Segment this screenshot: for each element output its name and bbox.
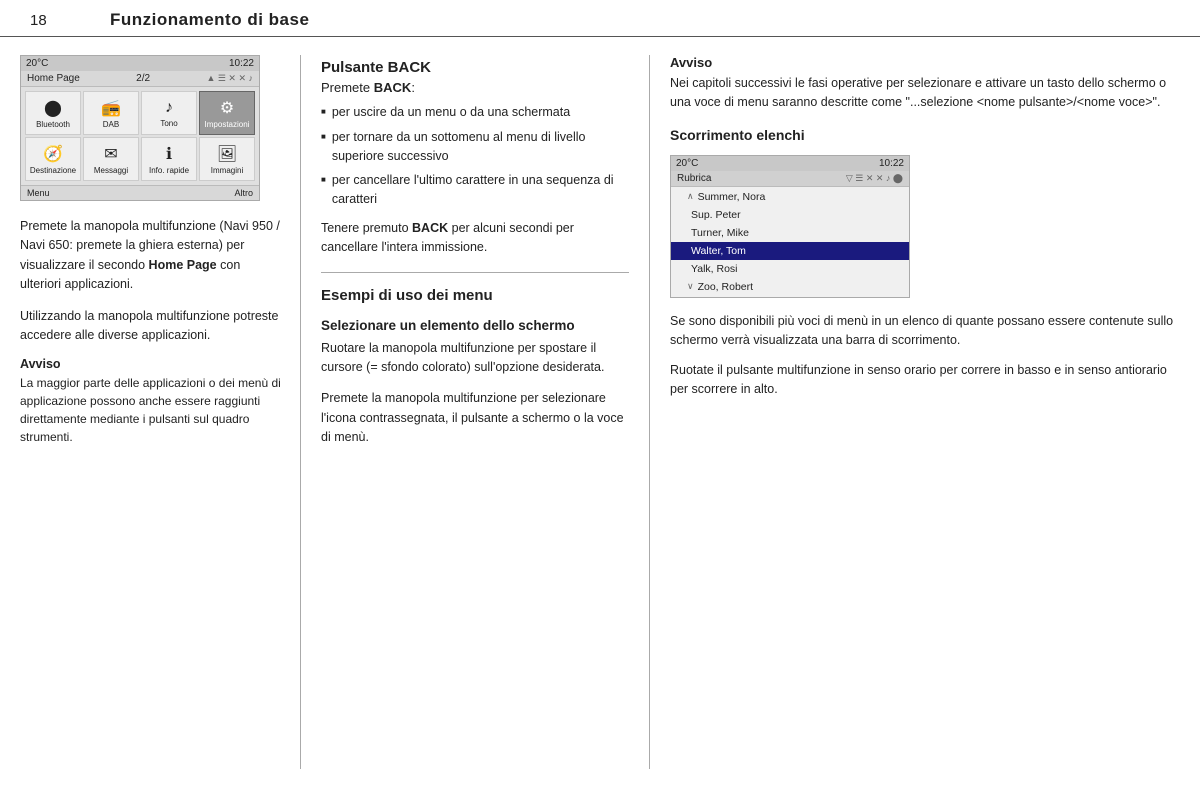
device-screen-1: 20°C 10:22 Home Page 2/2 ▲ ☰ ✕ ✕ ♪ ⬤ Blu…	[20, 55, 260, 201]
device2-time: 10:22	[879, 158, 904, 169]
device-icon-label-tono: Tono	[160, 119, 177, 128]
list-item-label-sup: Sup. Peter	[691, 209, 741, 221]
device-altro-label: Altro	[234, 188, 253, 198]
device-nav-icons: ▲ ☰ ✕ ✕ ♪	[206, 73, 253, 84]
right-bottom-text-2: Ruotate il pulsante multifunzione in sen…	[670, 361, 1180, 400]
list-item-label-walter: Walter, Tom	[691, 245, 746, 257]
device-menu-label: Menu	[27, 188, 50, 198]
list-item-label-zoo: Zoo, Robert	[698, 281, 753, 293]
back-hold-text: Tenere premuto BACK per alcuni secondi p…	[321, 219, 629, 258]
col-right: Avviso Nei capitoli successivi le fasi o…	[650, 55, 1180, 769]
device-rubrica-bar: Rubrica ▽ ☰ ✕ ✕ ♪ ⬤	[671, 171, 909, 187]
device-icon-label-dab: DAB	[103, 120, 119, 129]
left-avviso-title: Avviso	[20, 357, 282, 371]
page-title: Funzionamento di base	[110, 10, 309, 30]
bluetooth-icon: ⬤	[44, 98, 62, 118]
col-left: 20°C 10:22 Home Page 2/2 ▲ ☰ ✕ ✕ ♪ ⬤ Blu…	[20, 55, 300, 769]
selezionare-text-1: Ruotare la manopola multifunzione per sp…	[321, 339, 629, 378]
device-list: ∧ Summer, Nora Sup. Peter Turner, Mike W…	[671, 187, 909, 297]
list-item-sup[interactable]: Sup. Peter	[671, 206, 909, 224]
list-item-walter[interactable]: Walter, Tom	[671, 242, 909, 260]
device-icon-label-info: Info. rapide	[149, 166, 189, 175]
col-middle: Pulsante BACK Premete BACK: per uscire d…	[300, 55, 650, 769]
list-item-label-turner: Turner, Mike	[691, 227, 749, 239]
left-paragraph-2: Utilizzando la manopola multifunzione po…	[20, 307, 282, 346]
device-time: 10:22	[229, 58, 254, 69]
right-avviso-title: Avviso	[670, 55, 1180, 70]
device-bottom-bar: Menu Altro	[21, 185, 259, 200]
list-item-turner[interactable]: Turner, Mike	[671, 224, 909, 242]
device-nav-page: 2/2	[136, 73, 150, 84]
bullet-item-3: per cancellare l'ultimo carattere in una…	[321, 171, 629, 209]
left-avviso-box: Avviso La maggior parte delle applicazio…	[20, 357, 282, 446]
list-item-label-yalk: Yalk, Rosi	[691, 263, 738, 275]
back-section-title: Pulsante BACK	[321, 59, 629, 76]
device-icon-label-destinazione: Destinazione	[30, 166, 76, 175]
esempi-title: Esempi di uso dei menu	[321, 287, 629, 304]
divider-1	[321, 272, 629, 273]
bullet-item-2: per tornare da un sottomenu al menu di l…	[321, 128, 629, 166]
list-item-summer[interactable]: ∧ Summer, Nora	[671, 188, 909, 206]
device-icon-tono[interactable]: ♪ Tono	[141, 91, 197, 135]
device-screen-2: 20°C 10:22 Rubrica ▽ ☰ ✕ ✕ ♪ ⬤ ∧ Summer,…	[670, 155, 910, 298]
scroll-section-title: Scorrimento elenchi	[670, 127, 1180, 143]
page-number: 18	[30, 12, 70, 29]
destinazione-icon: 🧭	[43, 144, 63, 164]
device-topbar-1: 20°C 10:22	[21, 56, 259, 71]
list-item-yalk[interactable]: Yalk, Rosi	[671, 260, 909, 278]
list-item-zoo[interactable]: ∨ Zoo, Robert	[671, 278, 909, 296]
messaggi-icon: ✉	[104, 144, 117, 164]
dab-icon: 📻	[101, 98, 121, 118]
device-icon-dab[interactable]: 📻 DAB	[83, 91, 139, 135]
device-topbar-2: 20°C 10:22	[671, 156, 909, 171]
device2-rubrica-label: Rubrica	[677, 173, 711, 184]
device2-rubrica-icons: ▽ ☰ ✕ ✕ ♪ ⬤	[846, 173, 903, 184]
device-icon-info[interactable]: ℹ Info. rapide	[141, 137, 197, 181]
list-item-label-summer: Summer, Nora	[698, 191, 766, 203]
tono-icon: ♪	[165, 99, 173, 117]
left-avviso-text: La maggior parte delle applicazioni o de…	[20, 374, 282, 446]
immagini-icon: 🖼	[217, 144, 237, 164]
device-icon-bluetooth[interactable]: ⬤ Bluetooth	[25, 91, 81, 135]
info-icon: ℹ	[166, 144, 172, 164]
content-area: 20°C 10:22 Home Page 2/2 ▲ ☰ ✕ ✕ ♪ ⬤ Blu…	[0, 37, 1200, 787]
selezionare-text-2: Premete la manopola multifunzione per se…	[321, 389, 629, 447]
device-icon-label-impostazioni: Impostazioni	[205, 120, 250, 129]
device-temp: 20°C	[26, 58, 48, 69]
device-nav: Home Page 2/2 ▲ ☰ ✕ ✕ ♪	[21, 71, 259, 87]
selezionare-title: Selezionare un elemento dello schermo	[321, 318, 629, 333]
chevron-down-icon: ∨	[687, 281, 694, 292]
back-section-subtitle: Premete BACK:	[321, 80, 629, 95]
page-header: 18 Funzionamento di base	[0, 0, 1200, 37]
back-bullet-list: per uscire da un menu o da una schermata…	[321, 103, 629, 209]
device-icons-grid: ⬤ Bluetooth 📻 DAB ♪ Tono ⚙ Impostazioni …	[21, 87, 259, 185]
right-avviso-text: Nei capitoli successivi le fasi operativ…	[670, 74, 1180, 113]
chevron-up-icon: ∧	[687, 191, 694, 202]
device-nav-label: Home Page	[27, 73, 80, 84]
device-icon-label-bluetooth: Bluetooth	[36, 120, 70, 129]
right-bottom-text-1: Se sono disponibili più voci di menù in …	[670, 312, 1180, 351]
device2-temp: 20°C	[676, 158, 698, 169]
impostazioni-icon: ⚙	[220, 98, 234, 118]
device-icon-immagini[interactable]: 🖼 Immagini	[199, 137, 255, 181]
device-icon-destinazione[interactable]: 🧭 Destinazione	[25, 137, 81, 181]
device-icon-label-immagini: Immagini	[211, 166, 243, 175]
device-icon-label-messaggi: Messaggi	[94, 166, 128, 175]
device-icon-messaggi[interactable]: ✉ Messaggi	[83, 137, 139, 181]
device-icon-impostazioni[interactable]: ⚙ Impostazioni	[199, 91, 255, 135]
bullet-item-1: per uscire da un menu o da una schermata	[321, 103, 629, 122]
left-paragraph-1: Premete la manopola multifunzione (Navi …	[20, 217, 282, 295]
